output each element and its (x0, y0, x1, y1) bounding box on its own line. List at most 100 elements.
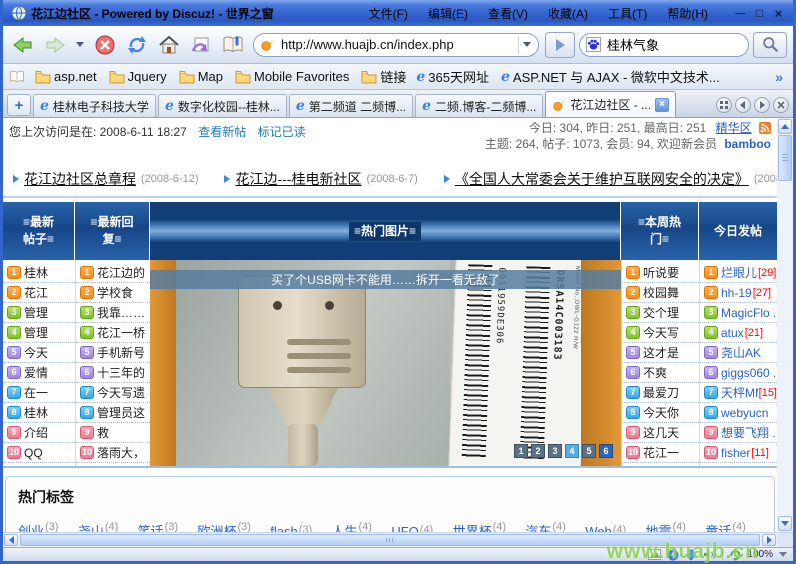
tab-list-button[interactable] (716, 97, 732, 113)
tag-item[interactable]: 地震 (4) (646, 521, 686, 532)
today-poster-item[interactable]: 4 atux [21] (700, 323, 777, 343)
today-poster-item[interactable]: 9 想要飞翔 .. (700, 423, 777, 443)
weekly-hot-item[interactable]: 7 最爱刀 (622, 383, 699, 403)
zoom-dropdown-icon[interactable] (779, 552, 787, 557)
latest-reply-item[interactable]: 10 落雨大， (76, 443, 150, 463)
latest-reply-item[interactable]: 2 学校食 (76, 283, 150, 303)
mark-read-link[interactable]: 标记已读 (258, 125, 306, 139)
rss-icon[interactable] (759, 122, 771, 134)
nav-history-dropdown[interactable] (73, 31, 87, 59)
header-hot-pictures[interactable]: ≡热门图片≡ (150, 202, 621, 260)
latest-post-item[interactable]: 6 爱情 (3, 363, 75, 383)
latest-reply-item[interactable]: 8 管理员这 (76, 403, 150, 423)
view-new-posts-link[interactable]: 查看新帖 (198, 125, 246, 139)
header-today-posts[interactable]: 今日发帖 (699, 202, 777, 260)
latest-post-item[interactable]: 8 桂林 (3, 403, 75, 423)
bookmark-link[interactable]: ASP.NET 与 AJAX - 微软中文技术... (501, 67, 720, 86)
search-button[interactable] (753, 32, 787, 58)
latest-post-item[interactable]: 10 QQ (3, 443, 75, 463)
announcement-link[interactable]: 《全国人大常委会关于维护互联网安全的决定》 (455, 169, 749, 189)
tab-close-all-button[interactable] (773, 97, 789, 113)
page-button-3[interactable]: 3 (548, 444, 562, 458)
vertical-scroll-thumb[interactable] (778, 135, 792, 181)
maximize-button[interactable] (751, 6, 768, 21)
active-tab[interactable]: 花江边社区 - ... (545, 91, 676, 117)
page-button-1[interactable]: 1 (514, 444, 528, 458)
browser-tab[interactable]: 第二频道 二频博... (289, 94, 413, 117)
bookmark-folder[interactable]: asp.net (35, 67, 97, 86)
menu-item[interactable]: 帮助(H) (657, 3, 718, 24)
tag-item[interactable]: flash (3) (270, 524, 312, 532)
weekly-hot-item[interactable]: 1 听说要 (622, 263, 699, 283)
today-poster-item[interactable]: 6 giggs060 .. (700, 363, 777, 383)
latest-post-item[interactable]: 5 今天 (3, 343, 75, 363)
announcement-link[interactable]: 花江边---桂电新社区 (235, 169, 361, 189)
weekly-hot-item[interactable]: 5 这才是 (622, 343, 699, 363)
tag-item[interactable]: Web (4) (585, 524, 626, 532)
tab-scroll-left-button[interactable] (735, 97, 751, 113)
refresh-button[interactable] (123, 31, 151, 59)
today-poster-item[interactable]: 10 fisher [11] (700, 443, 777, 463)
tab-close-button[interactable] (655, 98, 669, 112)
announcement-link[interactable]: 花江边社区总章程 (24, 169, 136, 189)
today-poster-item[interactable]: 2 hh-19 [27] (700, 283, 777, 303)
close-button[interactable] (770, 6, 787, 21)
reopen-closed-page-button[interactable] (187, 31, 215, 59)
page-button-5[interactable]: 5 (582, 444, 596, 458)
url-input[interactable] (279, 36, 514, 53)
browser-tab[interactable]: 二频.博客-二频博... (415, 94, 543, 117)
latest-reply-item[interactable]: 6 十三年的 (76, 363, 150, 383)
weekly-hot-item[interactable]: 2 校园舞 (622, 283, 699, 303)
latest-post-item[interactable]: 7 在一 (3, 383, 75, 403)
today-poster-item[interactable]: 5 尧山AK (700, 343, 777, 363)
today-poster-item[interactable]: 8 webyucn (700, 403, 777, 423)
scroll-right-button[interactable] (762, 534, 776, 546)
page-button-2[interactable]: 2 (531, 444, 545, 458)
today-poster-item[interactable]: 3 MagicFlo ... (700, 303, 777, 323)
weekly-hot-item[interactable]: 6 不爽 (622, 363, 699, 383)
weekly-hot-item[interactable]: 4 今天写 (622, 323, 699, 343)
forward-button[interactable] (41, 31, 69, 59)
latest-post-item[interactable]: 9 介绍 (3, 423, 75, 443)
menu-item[interactable]: 文件(F) (359, 3, 418, 24)
menu-item[interactable]: 工具(T) (598, 3, 657, 24)
go-button[interactable] (545, 32, 575, 58)
scroll-down-button[interactable] (778, 516, 792, 531)
menu-item[interactable]: 查看(V) (478, 3, 538, 24)
latest-post-item[interactable]: 4 管理 (3, 323, 75, 343)
tag-item[interactable]: 世界杯 (4) (453, 521, 506, 532)
favorites-button[interactable] (219, 31, 247, 59)
address-bar[interactable] (253, 33, 539, 57)
latest-post-item[interactable]: 3 管理 (3, 303, 75, 323)
search-box[interactable] (579, 33, 749, 57)
photo-caption[interactable]: 买了个USB网卡不能用……拆开一看无敌了 (150, 270, 621, 289)
newest-member-link[interactable]: bamboo (724, 137, 771, 151)
scroll-left-button[interactable] (4, 534, 18, 546)
weekly-hot-item[interactable]: 10 花江一 (622, 443, 699, 463)
tag-item[interactable]: 人生 (4) (332, 521, 372, 532)
bookmark-folder[interactable]: 链接 (361, 67, 406, 86)
page-button-6[interactable]: 6 (599, 444, 613, 458)
tag-item[interactable]: 笑话 (3) (138, 521, 178, 532)
stop-button[interactable] (91, 31, 119, 59)
header-weekly-hot[interactable]: ≡本周热 门≡ (621, 202, 699, 260)
bookmark-folder[interactable]: Map (179, 67, 223, 86)
latest-reply-item[interactable]: 4 花江一桥 (76, 323, 150, 343)
tag-item[interactable]: 汽车 (4) (525, 521, 565, 532)
header-latest-posts[interactable]: ≡最新 帖子≡ (3, 202, 75, 260)
weekly-hot-item[interactable]: 3 交个理 (622, 303, 699, 323)
latest-reply-item[interactable]: 5 手机新号 (76, 343, 150, 363)
bookmark-link[interactable]: 365天网址 (416, 67, 489, 86)
menu-item[interactable]: 编辑(E) (418, 3, 478, 24)
bookmark-folder[interactable]: Mobile Favorites (235, 67, 349, 86)
browser-tab[interactable]: 数字化校园--桂林... (158, 94, 287, 117)
digest-link[interactable]: 精华区 (716, 121, 752, 135)
back-button[interactable] (9, 31, 37, 59)
menu-item[interactable]: 收藏(A) (538, 3, 598, 24)
header-latest-replies[interactable]: ≡最新回 复≡ (75, 202, 150, 260)
latest-reply-item[interactable]: 3 我靠…… (76, 303, 150, 323)
new-tab-button[interactable] (7, 94, 31, 116)
url-dropdown[interactable] (518, 36, 534, 54)
minimize-button[interactable] (732, 6, 749, 21)
scroll-up-button[interactable] (778, 119, 792, 134)
